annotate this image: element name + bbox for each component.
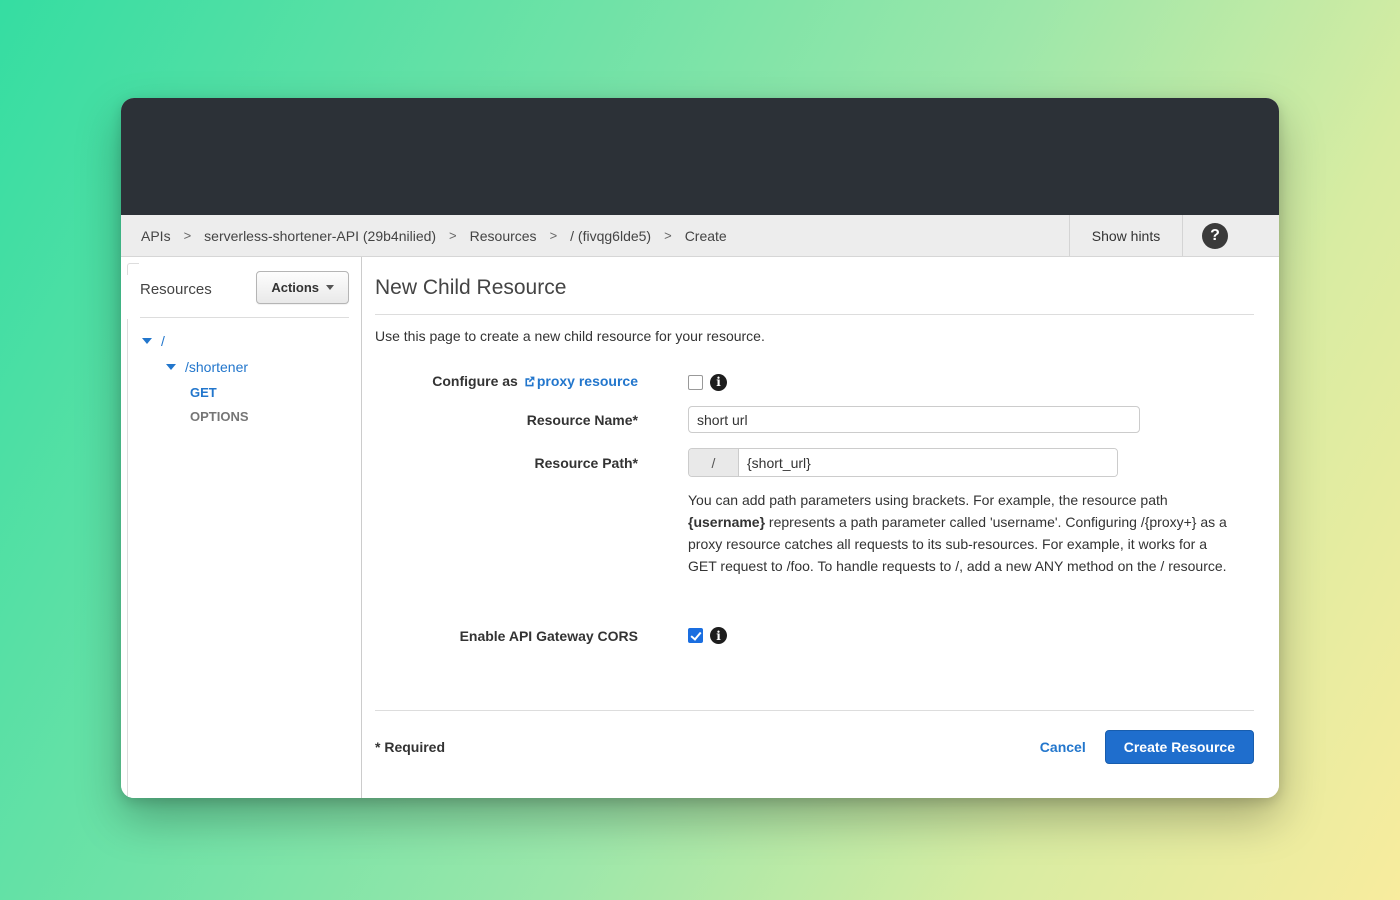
app-window: APIs > serverless-shortener-API (29b4nil… (121, 98, 1279, 798)
sidebar-divider (140, 317, 349, 318)
title-divider (375, 314, 1254, 315)
main-pane: New Child Resource Use this page to crea… (362, 257, 1279, 798)
window-titlebar (121, 98, 1279, 215)
breadcrumb-separator: > (550, 228, 558, 243)
caret-down-icon (326, 285, 334, 290)
breadcrumb-separator: > (184, 228, 192, 243)
actions-button-label: Actions (271, 280, 319, 295)
resource-name-input[interactable] (688, 406, 1140, 433)
tree-item-options-method[interactable]: OPTIONS (121, 404, 361, 428)
resource-name-label: Resource Name* (375, 412, 638, 428)
footer-divider (375, 710, 1254, 711)
path-prefix: / (689, 449, 739, 476)
resource-tree: / /shortener GET OPTIONS (121, 328, 361, 428)
show-hints-button[interactable]: Show hints (1069, 215, 1183, 256)
create-resource-button[interactable]: Create Resource (1105, 730, 1254, 764)
tree-item-label: /shortener (185, 359, 248, 375)
path-help-bold: {username} (688, 514, 765, 530)
breadcrumb-item-create: Create (685, 228, 727, 244)
caret-down-icon[interactable] (166, 364, 176, 370)
panel-edge-corner (127, 263, 139, 275)
footer-actions: Cancel Create Resource (1040, 730, 1254, 764)
show-hints-label: Show hints (1092, 228, 1160, 244)
help-section: ? (1183, 215, 1279, 256)
cors-checkbox[interactable] (688, 628, 703, 643)
tree-item-label: OPTIONS (190, 409, 249, 424)
breadcrumb-item-api-name[interactable]: serverless-shortener-API (29b4nilied) (204, 228, 436, 244)
breadcrumb-separator: > (664, 228, 672, 243)
proxy-resource-link[interactable]: proxy resource (537, 373, 638, 389)
resource-path-input[interactable] (739, 449, 1117, 476)
cors-control: i (688, 627, 1254, 644)
help-icon[interactable]: ? (1202, 223, 1228, 249)
resource-name-control (688, 406, 1254, 433)
breadcrumb-item-root-resource[interactable]: / (fivqg6lde5) (570, 228, 651, 244)
tree-item-shortener[interactable]: /shortener (121, 354, 361, 380)
content-area: Resources Actions / /shortener GET (121, 257, 1279, 798)
resource-path-row: Resource Path* / (375, 448, 1254, 477)
configure-as-row: Configure as proxy resource i (375, 373, 1254, 391)
cors-label: Enable API Gateway CORS (375, 628, 638, 644)
resource-path-group: / (688, 448, 1118, 477)
cors-row: Enable API Gateway CORS i (375, 627, 1254, 644)
tree-item-label: GET (190, 385, 217, 400)
intro-text: Use this page to create a new child reso… (375, 328, 1254, 344)
tree-item-root[interactable]: / (121, 328, 361, 354)
breadcrumb-separator: > (449, 228, 457, 243)
breadcrumb-item-apis[interactable]: APIs (141, 228, 171, 244)
cancel-button[interactable]: Cancel (1040, 739, 1086, 755)
path-help-before: You can add path parameters using bracke… (688, 492, 1168, 508)
resource-path-label: Resource Path* (375, 455, 638, 471)
path-help-after: represents a path parameter called 'user… (688, 514, 1227, 574)
configure-as-control: i (688, 374, 1254, 391)
tree-item-label: / (161, 333, 165, 349)
resource-path-control: / (688, 448, 1254, 477)
resource-name-row: Resource Name* (375, 406, 1254, 433)
configure-as-label: Configure as proxy resource (375, 373, 638, 391)
path-help-row: You can add path parameters using bracke… (375, 489, 1254, 577)
actions-button[interactable]: Actions (256, 271, 349, 304)
required-note: * Required (375, 739, 445, 755)
page-title: New Child Resource (375, 276, 1254, 300)
resources-sidebar: Resources Actions / /shortener GET (121, 257, 362, 798)
breadcrumb: APIs > serverless-shortener-API (29b4nil… (121, 228, 1069, 244)
breadcrumb-item-resources[interactable]: Resources (470, 228, 537, 244)
caret-down-icon[interactable] (142, 338, 152, 344)
path-help-text: You can add path parameters using bracke… (688, 489, 1238, 577)
external-link-icon (523, 375, 536, 391)
sidebar-title: Resources (140, 281, 212, 298)
configure-as-label-text: Configure as (432, 373, 518, 389)
info-icon[interactable]: i (710, 627, 727, 644)
breadcrumb-bar: APIs > serverless-shortener-API (29b4nil… (121, 215, 1279, 257)
tree-item-get-method[interactable]: GET (121, 380, 361, 404)
new-resource-form: Configure as proxy resource i Resource Na… (375, 373, 1254, 644)
info-icon[interactable]: i (710, 374, 727, 391)
proxy-resource-checkbox[interactable] (688, 375, 703, 390)
form-footer: * Required Cancel Create Resource (375, 730, 1254, 764)
